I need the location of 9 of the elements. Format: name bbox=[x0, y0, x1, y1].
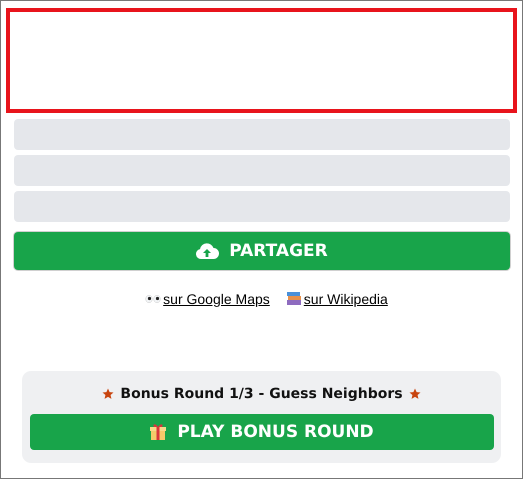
link[interactable]: sur Google Maps bbox=[145, 291, 270, 307]
star-icon bbox=[408, 388, 421, 400]
star-icon bbox=[102, 388, 114, 400]
books-icon bbox=[286, 291, 302, 307]
gift-icon bbox=[149, 423, 168, 441]
bonus-title: Bonus Round 1/3 - Guess Neighbors bbox=[120, 386, 403, 402]
eyes-icon bbox=[145, 295, 162, 303]
cloud-upload-icon bbox=[195, 242, 220, 260]
link[interactable]: sur Wikipedia bbox=[286, 291, 388, 307]
